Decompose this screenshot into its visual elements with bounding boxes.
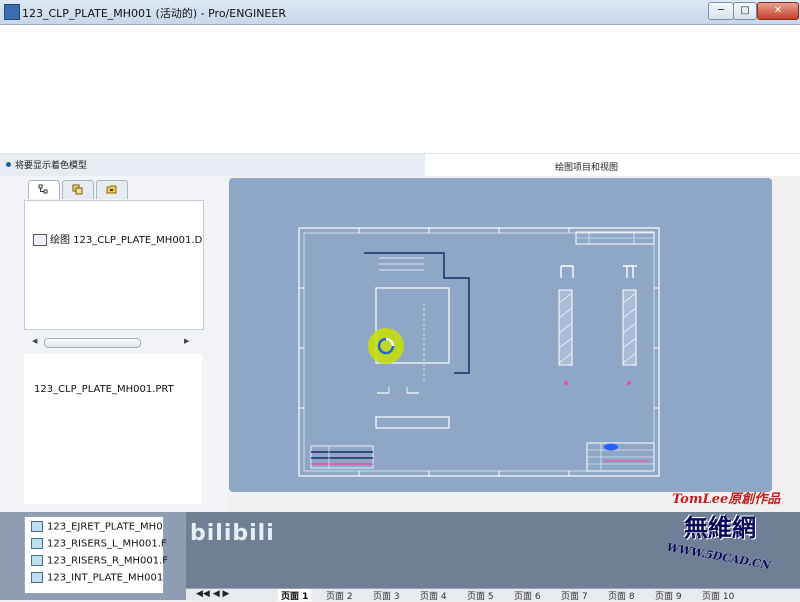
page-tab[interactable]: 页面 5 bbox=[467, 589, 494, 602]
layers-icon bbox=[72, 184, 83, 195]
file-name: 123_RISERS_R_MH001.F bbox=[47, 555, 169, 567]
drawing-icon bbox=[33, 234, 47, 246]
page-tab-bar: ◀◀ ◀ ▶ 页面 1 页面 2 页面 3 页面 4 页面 5 页面 6 页面 … bbox=[186, 588, 800, 602]
border-ticks bbox=[299, 228, 659, 476]
page-tab[interactable]: 页面 4 bbox=[420, 589, 447, 602]
message-area: 将要显示着色模型 bbox=[0, 154, 425, 176]
page-tab[interactable]: 页面 9 bbox=[655, 589, 682, 602]
title-block bbox=[586, 442, 655, 472]
side-views bbox=[558, 265, 637, 385]
drawing-preview[interactable] bbox=[229, 178, 772, 492]
status-bar: 将要显示着色模型 绘图项目和视图 bbox=[0, 153, 800, 176]
list-item[interactable]: 123_INT_PLATE_MH001 bbox=[31, 572, 163, 586]
tree-item-label: 绘图 123_CLP_PLATE_MH001.D bbox=[50, 235, 203, 246]
scroll-thumb[interactable] bbox=[44, 338, 141, 348]
drawing-sheet bbox=[298, 227, 660, 477]
part-icon bbox=[31, 555, 43, 566]
page-tab[interactable]: 页面 1 bbox=[278, 589, 312, 602]
file-name: 123_RISERS_L_MH001.F bbox=[47, 538, 167, 550]
author-watermark: TomLee原創作品 bbox=[672, 492, 781, 507]
list-item[interactable]: 123_EJRET_PLATE_MH0 bbox=[31, 521, 163, 535]
page-nav-icon[interactable]: ◀◀ ◀ ▶ bbox=[196, 589, 229, 599]
list-item[interactable]: 123_RISERS_R_MH001.F bbox=[31, 555, 168, 569]
revision-block bbox=[575, 231, 655, 245]
tab-model-tree[interactable] bbox=[28, 180, 60, 199]
scroll-right-icon[interactable]: ▶ bbox=[184, 337, 189, 345]
status-message: 将要显示着色模型 bbox=[15, 161, 88, 171]
maximize-button[interactable]: □ bbox=[733, 2, 757, 20]
part-icon bbox=[31, 572, 43, 583]
list-item[interactable]: 123_RISERS_L_MH001.F bbox=[31, 538, 167, 552]
scroll-left-icon[interactable]: ◀ bbox=[32, 337, 37, 345]
page-tab[interactable]: 页面 3 bbox=[373, 589, 400, 602]
part-icon bbox=[31, 538, 43, 549]
sheet-inner-border bbox=[303, 232, 655, 472]
navigator-panel: 绘图 123_CLP_PLATE_MH001.D ◀ ▶ 123_CLP_PLA… bbox=[0, 176, 228, 512]
app-icon bbox=[4, 4, 20, 20]
part-icon bbox=[31, 521, 43, 532]
tab-folder[interactable] bbox=[96, 180, 128, 199]
model-name: 123_CLP_PLATE_MH001.PRT bbox=[34, 384, 174, 395]
model-tree[interactable]: 绘图 123_CLP_PLATE_MH001.D bbox=[24, 200, 204, 330]
window-title: 123_CLP_PLATE_MH001 (活动的) - Pro/ENGINEER bbox=[22, 7, 286, 20]
scroll-track[interactable] bbox=[44, 338, 179, 348]
model-tree-icon bbox=[38, 184, 48, 194]
tree-item[interactable]: 绘图 123_CLP_PLATE_MH001.D bbox=[33, 231, 202, 246]
page-tab[interactable]: 页面 8 bbox=[608, 589, 635, 602]
preview-label: 绘图项目和视图 bbox=[555, 163, 619, 173]
sheet-border bbox=[298, 227, 660, 477]
page-tab[interactable]: 页面 7 bbox=[561, 589, 588, 602]
bilibili-watermark: bilibili bbox=[190, 521, 275, 546]
file-name: 123_EJRET_PLATE_MH0 bbox=[47, 521, 163, 533]
folder-icon bbox=[106, 185, 117, 194]
site-watermark: 無維網 bbox=[684, 514, 756, 542]
horizontal-scrollbar[interactable]: ◀ ▶ bbox=[32, 337, 192, 348]
tab-layers[interactable] bbox=[62, 180, 94, 199]
file-name: 123_INT_PLATE_MH001 bbox=[47, 572, 164, 584]
page-tab[interactable]: 页面 6 bbox=[514, 589, 541, 602]
page-tab[interactable]: 页面 10 bbox=[702, 589, 734, 602]
dialog-body-area bbox=[0, 25, 800, 153]
minimize-button[interactable]: ─ bbox=[708, 2, 734, 20]
page-tab[interactable]: 页面 2 bbox=[326, 589, 353, 602]
bom-table bbox=[310, 445, 374, 469]
loading-indicator bbox=[368, 328, 404, 364]
close-button[interactable]: ✕ bbox=[757, 2, 799, 20]
title-bar[interactable]: 123_CLP_PLATE_MH001 (活动的) - Pro/ENGINEER… bbox=[0, 0, 800, 25]
model-info-box: 123_CLP_PLATE_MH001.PRT bbox=[24, 354, 202, 504]
bullet-icon bbox=[6, 162, 11, 167]
file-list[interactable]: 123_EJRET_PLATE_MH0 123_RISERS_L_MH001.F… bbox=[24, 516, 168, 594]
